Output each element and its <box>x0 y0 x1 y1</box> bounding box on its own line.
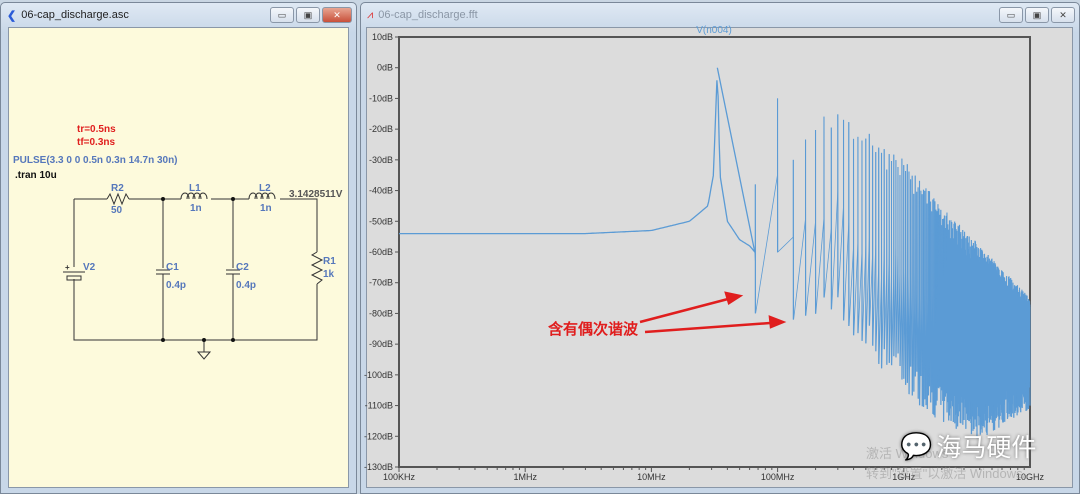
y-tick-label: -130dB <box>364 462 393 472</box>
x-tick-label: 1MHz <box>513 472 537 482</box>
y-tick-label: -70dB <box>369 278 393 288</box>
y-tick-label: -40dB <box>369 186 393 196</box>
fft-chart[interactable]: V(n004) 10dB 0dB -10dB -20dB -30dB -40dB -50dB… <box>0 0 1080 494</box>
y-tick-label: -110dB <box>365 401 393 411</box>
y-tick-label: 0dB <box>377 63 393 73</box>
activate-windows-hint: 转到"设置"以激活 Windows。 <box>866 466 1036 481</box>
x-tick-label: 10MHz <box>637 472 666 482</box>
watermark-text: 海马硬件 <box>936 434 1037 462</box>
y-tick-label: 10dB <box>372 32 393 42</box>
wechat-icon: 💬 <box>900 430 933 461</box>
y-tick-label: -90dB <box>369 339 393 349</box>
spectrum-baseline <box>399 67 756 255</box>
annotation-arrows <box>639 291 787 334</box>
y-tick-label: -10dB <box>369 93 393 103</box>
spectrum-trace <box>754 98 1031 439</box>
chart-title: V(n004) <box>696 25 732 36</box>
x-tick-label: 100KHz <box>383 472 416 482</box>
y-tick-label: -80dB <box>369 308 393 318</box>
y-tick-label: -50dB <box>369 216 393 226</box>
y-tick-label: -120dB <box>364 431 393 441</box>
y-tick-label: -20dB <box>369 124 393 134</box>
y-tick-label: -60dB <box>369 247 393 257</box>
y-tick-label: -30dB <box>369 155 393 165</box>
even-harmonics-annotation: 含有偶次谐波 <box>548 321 639 338</box>
y-tick-label: -100dB <box>364 370 393 380</box>
x-tick-label: 100MHz <box>761 472 795 482</box>
watermark: 💬 海马硬件 <box>900 428 1036 464</box>
